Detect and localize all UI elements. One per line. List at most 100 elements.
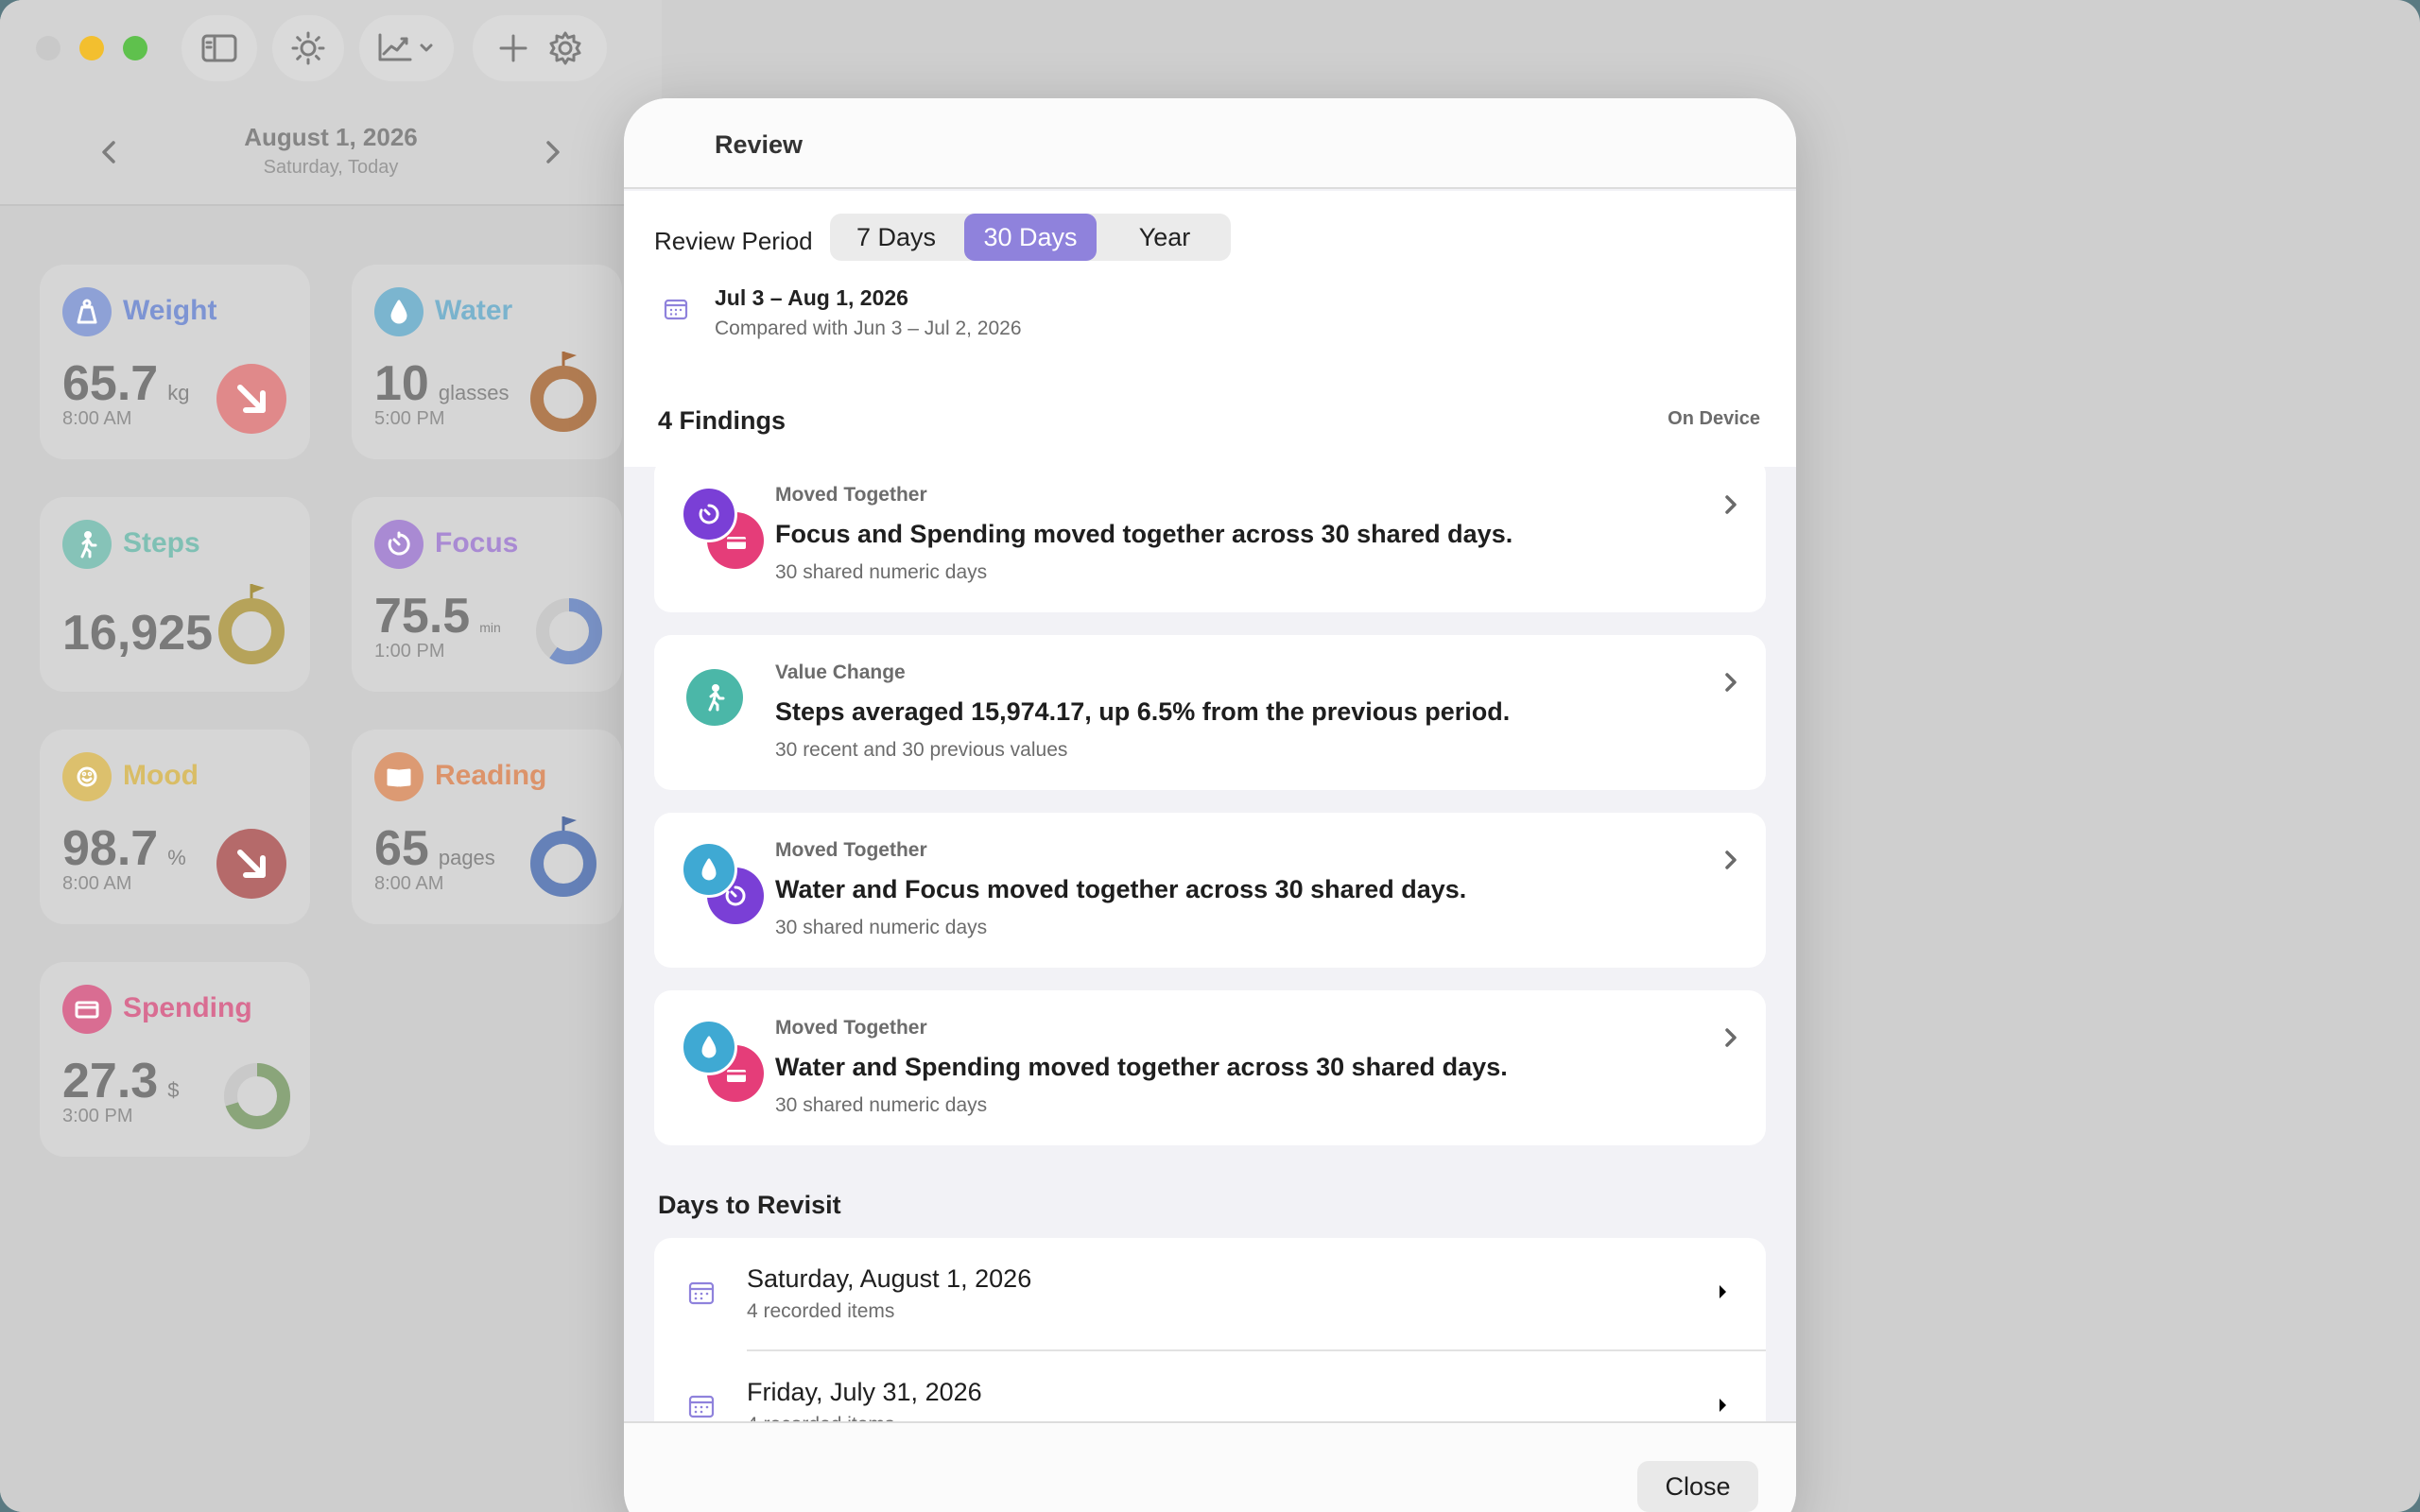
close-window-button[interactable] — [36, 36, 60, 60]
sidebar: August 1, 2026 Saturday, Today Weight 65… — [0, 0, 662, 1512]
metric-time: 1:00 PM — [374, 641, 445, 662]
sidebar-toggle-icon — [201, 34, 237, 62]
trend-down-icon — [216, 829, 286, 899]
metric-value: 27.3 $ — [62, 1054, 180, 1108]
drop-icon — [374, 287, 424, 336]
chart-icon — [378, 33, 433, 61]
metric-card-focus[interactable]: Focus 75.5 min 1:00 PM — [352, 497, 622, 692]
goal-ring-icon — [530, 352, 596, 432]
sidebar-toggle-button[interactable] — [182, 15, 257, 81]
close-button[interactable]: Close — [1637, 1461, 1758, 1512]
review-period-label: Review Period — [654, 227, 813, 255]
finding-row[interactable]: Value Change Steps averaged 15,974.17, u… — [654, 635, 1766, 790]
plus-icon[interactable] — [497, 32, 529, 64]
finding-headline: Water and Focus moved together across 30… — [775, 875, 1467, 903]
goal-ring-icon — [530, 816, 596, 897]
timer-icon — [374, 520, 424, 569]
gear-icon[interactable] — [547, 30, 583, 66]
finding-kind: Value Change — [775, 662, 906, 683]
metric-card-mood[interactable]: Mood 98.7% 8:00 AM — [40, 730, 310, 924]
metric-card-steps[interactable]: Steps 16,925 — [40, 497, 310, 692]
metric-time: 5:00 PM — [374, 408, 445, 429]
finding-detail: 30 shared numeric days — [775, 561, 988, 583]
smile-icon — [62, 752, 112, 801]
metric-card-water[interactable]: Water 10 glasses 5:00 PM — [352, 265, 622, 459]
revisit-day-detail: 4 recorded items — [747, 1300, 895, 1322]
findings-section-title: 4 Findings — [658, 406, 786, 435]
period-option-7-days[interactable]: 7 Days — [830, 214, 962, 261]
chevron-right-icon — [546, 141, 560, 163]
metric-title: Spending — [123, 992, 252, 1023]
sun-icon — [291, 31, 325, 65]
review-title: Review — [715, 130, 804, 159]
metric-time: 8:00 AM — [62, 408, 132, 429]
current-date: August 1, 2026 — [244, 123, 418, 151]
trend-down-icon — [216, 364, 286, 434]
period-option-year[interactable]: Year — [1098, 214, 1231, 261]
finding-headline: Focus and Spending moved together across… — [775, 520, 1513, 548]
metric-title: Reading — [435, 760, 547, 791]
metric-title: Focus — [435, 527, 519, 558]
revisit-day-date: Friday, July 31, 2026 — [747, 1378, 982, 1406]
previous-day-button[interactable] — [95, 138, 123, 166]
calendar-icon — [664, 299, 688, 320]
appearance-button[interactable] — [272, 15, 344, 81]
app-window: August 1, 2026 Saturday, Today Weight 65… — [0, 0, 2420, 1512]
on-device-badge: On Device — [1668, 408, 1760, 429]
period-option-30-days[interactable]: 30 Days — [964, 214, 1097, 261]
metric-card-spending[interactable]: Spending 27.3 $ 3:00 PM — [40, 962, 310, 1157]
calendar-icon — [688, 1281, 715, 1305]
arrow-right-icon — [1720, 1285, 1726, 1298]
metric-card-reading[interactable]: Reading 65 pages 8:00 AM — [352, 730, 622, 924]
metric-value: 75.5 min — [374, 589, 501, 644]
book-icon — [374, 752, 424, 801]
minimize-window-button[interactable] — [79, 36, 104, 60]
review-footer — [624, 1421, 1796, 1512]
scale-icon — [62, 287, 112, 336]
revisit-day-row[interactable]: Saturday, August 1, 2026 4 recorded item… — [654, 1238, 1766, 1351]
metric-time: 8:00 AM — [374, 873, 444, 894]
drop-icon — [681, 1019, 737, 1075]
metric-value: 65.7 kg — [62, 356, 190, 411]
metric-value: 65 pages — [374, 821, 495, 876]
finding-detail: 30 shared numeric days — [775, 1094, 988, 1116]
chevron-left-icon — [102, 141, 115, 163]
progress-ring — [224, 1063, 290, 1129]
calendar-icon — [688, 1395, 715, 1418]
zoom-window-button[interactable] — [123, 36, 147, 60]
toolbar-actions — [473, 15, 607, 81]
metric-title: Mood — [123, 760, 199, 791]
next-day-button[interactable] — [539, 138, 567, 166]
finding-row[interactable]: Moved Together Water and Focus moved tog… — [654, 813, 1766, 968]
finding-detail: 30 recent and 30 previous values — [775, 739, 1068, 761]
metric-title: Weight — [123, 295, 217, 326]
walk-icon — [686, 669, 743, 726]
chevron-right-icon — [1720, 491, 1741, 518]
chart-menu-button[interactable] — [359, 15, 454, 81]
progress-ring — [536, 598, 602, 664]
review-period-picker[interactable]: 7 Days 30 Days Year — [830, 214, 1231, 261]
metric-time: 8:00 AM — [62, 873, 132, 894]
metric-title: Steps — [123, 527, 200, 558]
drop-icon — [681, 841, 737, 898]
arrow-right-icon — [1720, 1399, 1726, 1412]
review-sheet: Review Review Period 7 Days 30 Days Year… — [624, 98, 1796, 1512]
revisit-day-date: Saturday, August 1, 2026 — [747, 1264, 1032, 1293]
metric-card-weight[interactable]: Weight 65.7 kg 8:00 AM — [40, 265, 310, 459]
walk-icon — [62, 520, 112, 569]
review-comparison-range: Compared with Jun 3 – Jul 2, 2026 — [715, 318, 1022, 339]
finding-row[interactable]: Moved Together Focus and Spending moved … — [654, 457, 1766, 612]
finding-headline: Water and Spending moved together across… — [775, 1053, 1508, 1081]
finding-kind: Moved Together — [775, 484, 927, 506]
finding-row[interactable]: Moved Together Water and Spending moved … — [654, 990, 1766, 1145]
revisit-section-title: Days to Revisit — [658, 1191, 841, 1219]
chevron-down-icon — [420, 43, 433, 52]
finding-kind: Moved Together — [775, 839, 927, 861]
current-date-subtitle: Saturday, Today — [263, 157, 399, 178]
chevron-right-icon — [1720, 1024, 1741, 1051]
metric-time: 3:00 PM — [62, 1106, 133, 1126]
chevron-right-icon — [1720, 669, 1741, 696]
review-date-range: Jul 3 – Aug 1, 2026 — [715, 285, 908, 310]
metric-value: 16,925 — [62, 606, 214, 661]
goal-ring-icon — [218, 584, 285, 664]
